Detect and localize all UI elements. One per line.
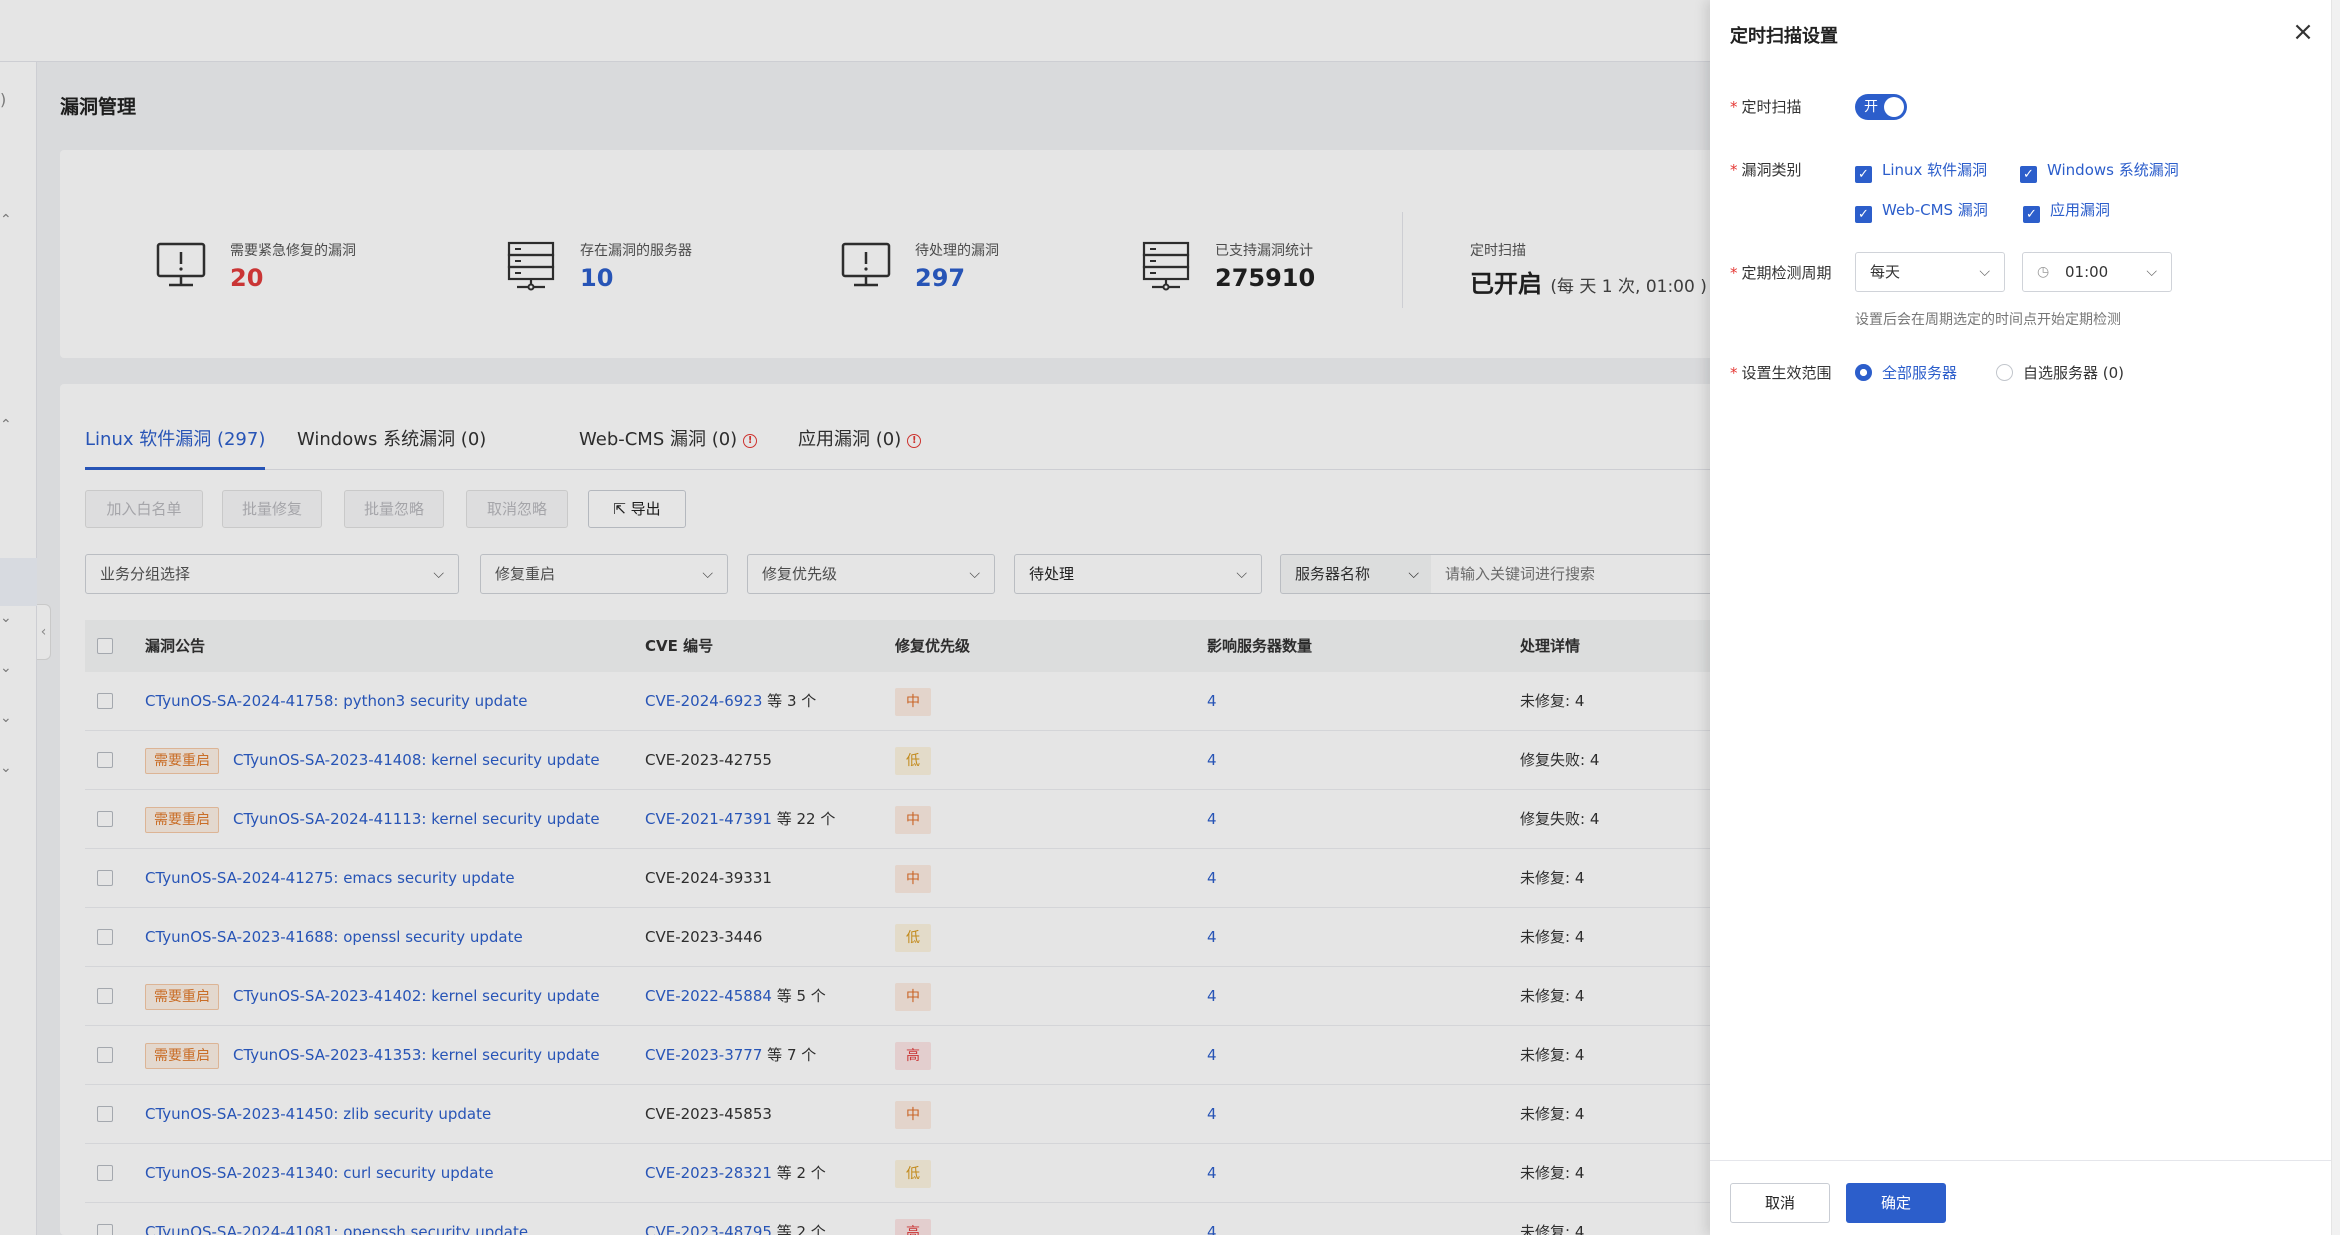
checkmark-icon: ✓	[2023, 206, 2040, 223]
chevron-down-icon: ⌵	[1979, 264, 1990, 280]
vuln-type-linux-checkbox[interactable]: ✓ Linux 软件漏洞	[1855, 159, 1987, 183]
drawer-title: 定时扫描设置	[1730, 26, 1838, 47]
time-picker[interactable]: ◷ 01:00 ⌵	[2022, 252, 2172, 292]
select-value: 01:00	[2065, 263, 2109, 281]
drawer-footer: 取消 确定	[1710, 1160, 2340, 1235]
cancel-button[interactable]: 取消	[1730, 1183, 1830, 1223]
checkmark-icon: ✓	[2020, 166, 2037, 183]
scope-label: * 设置生效范围	[1730, 364, 1832, 382]
page-scrollbar[interactable]	[2331, 0, 2340, 1235]
checkmark-icon: ✓	[1855, 206, 1872, 223]
toggle-knob	[1884, 97, 1904, 117]
drawer-mask[interactable]	[0, 0, 1710, 1235]
close-icon[interactable]: ×	[2290, 19, 2316, 46]
toggle-text: 开	[1864, 99, 1878, 115]
cycle-label: * 定期检测周期	[1730, 264, 1832, 282]
clock-icon: ◷	[2037, 264, 2050, 280]
vuln-type-label: * 漏洞类别	[1730, 161, 1802, 179]
radio-dot	[1855, 364, 1872, 381]
scheduled-scan-drawer: 定时扫描设置 × * 定时扫描 开 * 漏洞类别 ✓ Linux 软件漏洞 ✓ Wind…	[1710, 0, 2340, 1235]
vuln-type-windows-checkbox[interactable]: ✓ Windows 系统漏洞	[2020, 159, 2179, 183]
scope-custom-servers-radio[interactable]: 自选服务器 (0)	[1996, 362, 2124, 383]
select-value: 每天	[1870, 263, 1901, 281]
vuln-type-webcms-checkbox[interactable]: ✓ Web-CMS 漏洞	[1855, 199, 1988, 223]
scheduled-scan-label: * 定时扫描	[1730, 98, 1802, 116]
cycle-select[interactable]: 每天 ⌵	[1855, 252, 2005, 292]
scope-all-servers-radio[interactable]: 全部服务器	[1855, 362, 1957, 383]
scheduled-scan-toggle[interactable]: 开	[1855, 94, 1907, 120]
chevron-down-icon: ⌵	[2146, 264, 2157, 280]
confirm-button[interactable]: 确定	[1846, 1183, 1946, 1223]
vuln-type-app-checkbox[interactable]: ✓ 应用漏洞	[2023, 199, 2110, 223]
cycle-hint: 设置后会在周期选定的时间点开始定期检测	[1855, 312, 2121, 328]
radio-dot	[1996, 364, 2013, 381]
checkmark-icon: ✓	[1855, 166, 1872, 183]
